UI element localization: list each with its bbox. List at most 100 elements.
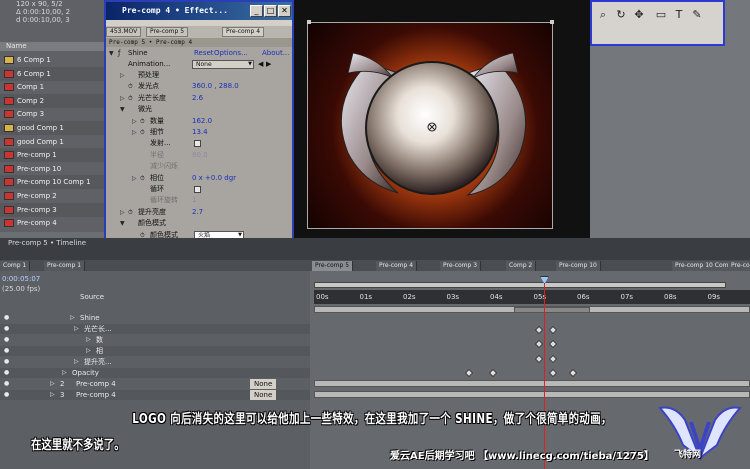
property-value[interactable]: 2.6 bbox=[192, 94, 203, 103]
options-link[interactable]: Options... bbox=[214, 49, 248, 58]
project-item[interactable]: Comp 3 bbox=[0, 107, 108, 121]
project-item[interactable]: good Comp 1 bbox=[0, 135, 108, 149]
expand-icon[interactable]: ▷ bbox=[86, 335, 91, 345]
property-value[interactable]: 1 bbox=[192, 196, 196, 205]
project-item[interactable]: Pre-comp 4 bbox=[0, 216, 108, 230]
timeline-layer-row[interactable]: ● ▷ 提升亮... bbox=[0, 357, 310, 367]
project-item[interactable]: Pre-comp 1 bbox=[0, 148, 108, 163]
current-time[interactable]: 0:00:05:07 bbox=[2, 275, 40, 283]
visibility-icon[interactable]: ● bbox=[4, 335, 9, 345]
timeline-tab[interactable]: Pre-comp 3 bbox=[440, 261, 482, 271]
layer-bar[interactable] bbox=[314, 380, 750, 387]
timeline-tab[interactable]: Pre-comp 2 bbox=[728, 261, 750, 271]
expand-icon[interactable]: ▷ bbox=[132, 128, 137, 137]
timeline-layer-row[interactable]: ● ▷ 相 bbox=[0, 346, 310, 356]
collapse-icon[interactable]: ▼ bbox=[109, 49, 114, 58]
tab-pre-comp-5[interactable]: Pre-comp 5 bbox=[146, 27, 189, 37]
visibility-icon[interactable]: ● bbox=[4, 313, 9, 323]
mask-tool-icon[interactable]: ▭ bbox=[654, 8, 668, 22]
animation-next-icon[interactable]: ▶ bbox=[266, 60, 271, 69]
tab-pre-comp-4[interactable]: Pre-comp 4 bbox=[222, 27, 265, 37]
expand-icon[interactable]: ▷ bbox=[62, 368, 67, 378]
stopwatch-icon[interactable]: ⏱ bbox=[140, 128, 145, 137]
minimize-button[interactable]: _ bbox=[250, 5, 263, 17]
expand-icon[interactable]: ▷ bbox=[86, 346, 91, 356]
project-item[interactable]: Pre-comp 10 Comp 1 bbox=[0, 175, 108, 190]
timeline-layer-row[interactable]: ● ▷ Opacity bbox=[0, 368, 310, 378]
project-item[interactable]: good Comp 1 bbox=[0, 121, 108, 135]
frame-handle[interactable] bbox=[550, 20, 554, 24]
expand-icon[interactable]: ▷ bbox=[132, 174, 137, 183]
maximize-button[interactable]: □ bbox=[264, 5, 277, 17]
zoom-tool-icon[interactable]: ⌕ bbox=[596, 8, 610, 22]
layer-mode-select[interactable]: None bbox=[250, 379, 277, 389]
project-item[interactable]: Comp 2 bbox=[0, 93, 108, 108]
property-value[interactable]: 13.4 bbox=[192, 128, 208, 137]
property-value[interactable]: 360.0 , 288.0 bbox=[192, 82, 239, 91]
stopwatch-icon[interactable]: ⏱ bbox=[140, 174, 145, 183]
expand-icon[interactable]: ▷ bbox=[74, 357, 79, 367]
visibility-icon[interactable]: ● bbox=[4, 368, 9, 378]
tab-453-mov[interactable]: 453.MOV bbox=[106, 27, 142, 37]
expand-icon[interactable]: ▷ bbox=[50, 379, 55, 389]
reset-link[interactable]: Reset bbox=[194, 49, 214, 58]
expand-icon[interactable]: ▷ bbox=[132, 117, 137, 126]
pen-tool-icon[interactable]: ✎ bbox=[690, 8, 704, 22]
project-item[interactable]: Comp 1 bbox=[0, 80, 108, 94]
property-value[interactable]: 2.7 bbox=[192, 208, 203, 217]
layer-name[interactable]: Pre-comp 4 bbox=[76, 390, 116, 400]
property-value[interactable]: 0 x +0.0 dgr bbox=[192, 174, 236, 183]
property-value[interactable]: 162.0 bbox=[192, 117, 212, 126]
composition-frame[interactable] bbox=[307, 22, 553, 229]
timeline-tab[interactable]: Comp 1 bbox=[0, 261, 31, 271]
playhead-line[interactable] bbox=[544, 278, 545, 469]
project-item[interactable]: 6 Comp 1 bbox=[0, 53, 108, 67]
timeline-tab[interactable]: Pre-comp 4 bbox=[376, 261, 418, 271]
close-button[interactable]: ✕ bbox=[278, 5, 291, 17]
fx-toggle-icon[interactable]: ƒ bbox=[118, 49, 120, 58]
visibility-icon[interactable]: ● bbox=[4, 324, 9, 334]
animation-select[interactable]: None bbox=[192, 60, 254, 69]
expand-icon[interactable]: ▷ bbox=[120, 208, 125, 217]
expand-icon[interactable]: ▷ bbox=[120, 94, 125, 103]
project-item[interactable]: Pre-comp 10 bbox=[0, 162, 108, 176]
layer-mode-select[interactable]: None bbox=[250, 390, 277, 400]
timeline-layer-row[interactable]: ● ▷ 2 Pre-comp 4 None bbox=[0, 379, 310, 389]
visibility-icon[interactable]: ● bbox=[4, 346, 9, 356]
visibility-icon[interactable]: ● bbox=[4, 390, 9, 400]
timeline-tab[interactable]: Pre-comp 10 bbox=[556, 261, 601, 271]
collapse-icon[interactable]: ▼ bbox=[120, 219, 125, 228]
work-area-bar[interactable] bbox=[314, 282, 726, 288]
source-column-header[interactable]: Source bbox=[80, 293, 104, 301]
layer-bar[interactable] bbox=[314, 391, 750, 398]
expand-icon[interactable]: ▷ bbox=[120, 71, 125, 80]
project-item[interactable]: Pre-comp 3 bbox=[0, 202, 108, 217]
timeline-layer-row[interactable]: ● ▷ 光芒长... bbox=[0, 324, 310, 334]
pan-tool-icon[interactable]: ✥ bbox=[632, 8, 646, 22]
layer-name[interactable]: Pre-comp 4 bbox=[76, 379, 116, 389]
project-item[interactable]: 6 Comp 1 bbox=[0, 66, 108, 81]
visibility-icon[interactable]: ● bbox=[4, 379, 9, 389]
rotate-tool-icon[interactable]: ↻ bbox=[614, 8, 628, 22]
effect-duration-bar[interactable] bbox=[514, 307, 590, 313]
checkbox[interactable] bbox=[194, 140, 201, 148]
expand-icon[interactable]: ▷ bbox=[70, 313, 75, 323]
timeline-layer-row[interactable]: ● ▷ Shine bbox=[0, 313, 310, 323]
timeline-tab[interactable]: Pre-comp 5 bbox=[312, 261, 354, 271]
property-value[interactable]: 80.0 bbox=[192, 151, 208, 160]
timeline-title[interactable]: Pre-comp 5 • Timeline bbox=[0, 238, 106, 249]
project-item[interactable]: Pre-comp 2 bbox=[0, 189, 108, 203]
timeline-layer-row[interactable]: ● ▷ 3 Pre-comp 4 None bbox=[0, 390, 310, 400]
stopwatch-icon[interactable]: ⏱ bbox=[140, 117, 145, 126]
about-link[interactable]: About... bbox=[262, 49, 289, 58]
stopwatch-icon[interactable]: ⏱ bbox=[128, 94, 133, 103]
type-tool-icon[interactable]: T bbox=[672, 8, 686, 22]
animation-prev-icon[interactable]: ◀ bbox=[258, 60, 263, 69]
timeline-tab[interactable]: Pre-comp 1 bbox=[44, 261, 86, 271]
timeline-tab[interactable]: Comp 2 bbox=[506, 261, 537, 271]
checkbox[interactable] bbox=[194, 186, 201, 193]
timeline-layer-row[interactable]: ● ▷ 数 bbox=[0, 335, 310, 345]
project-column-header-name[interactable]: Name bbox=[0, 42, 108, 51]
visibility-icon[interactable]: ● bbox=[4, 357, 9, 367]
expand-icon[interactable]: ▷ bbox=[50, 390, 55, 400]
